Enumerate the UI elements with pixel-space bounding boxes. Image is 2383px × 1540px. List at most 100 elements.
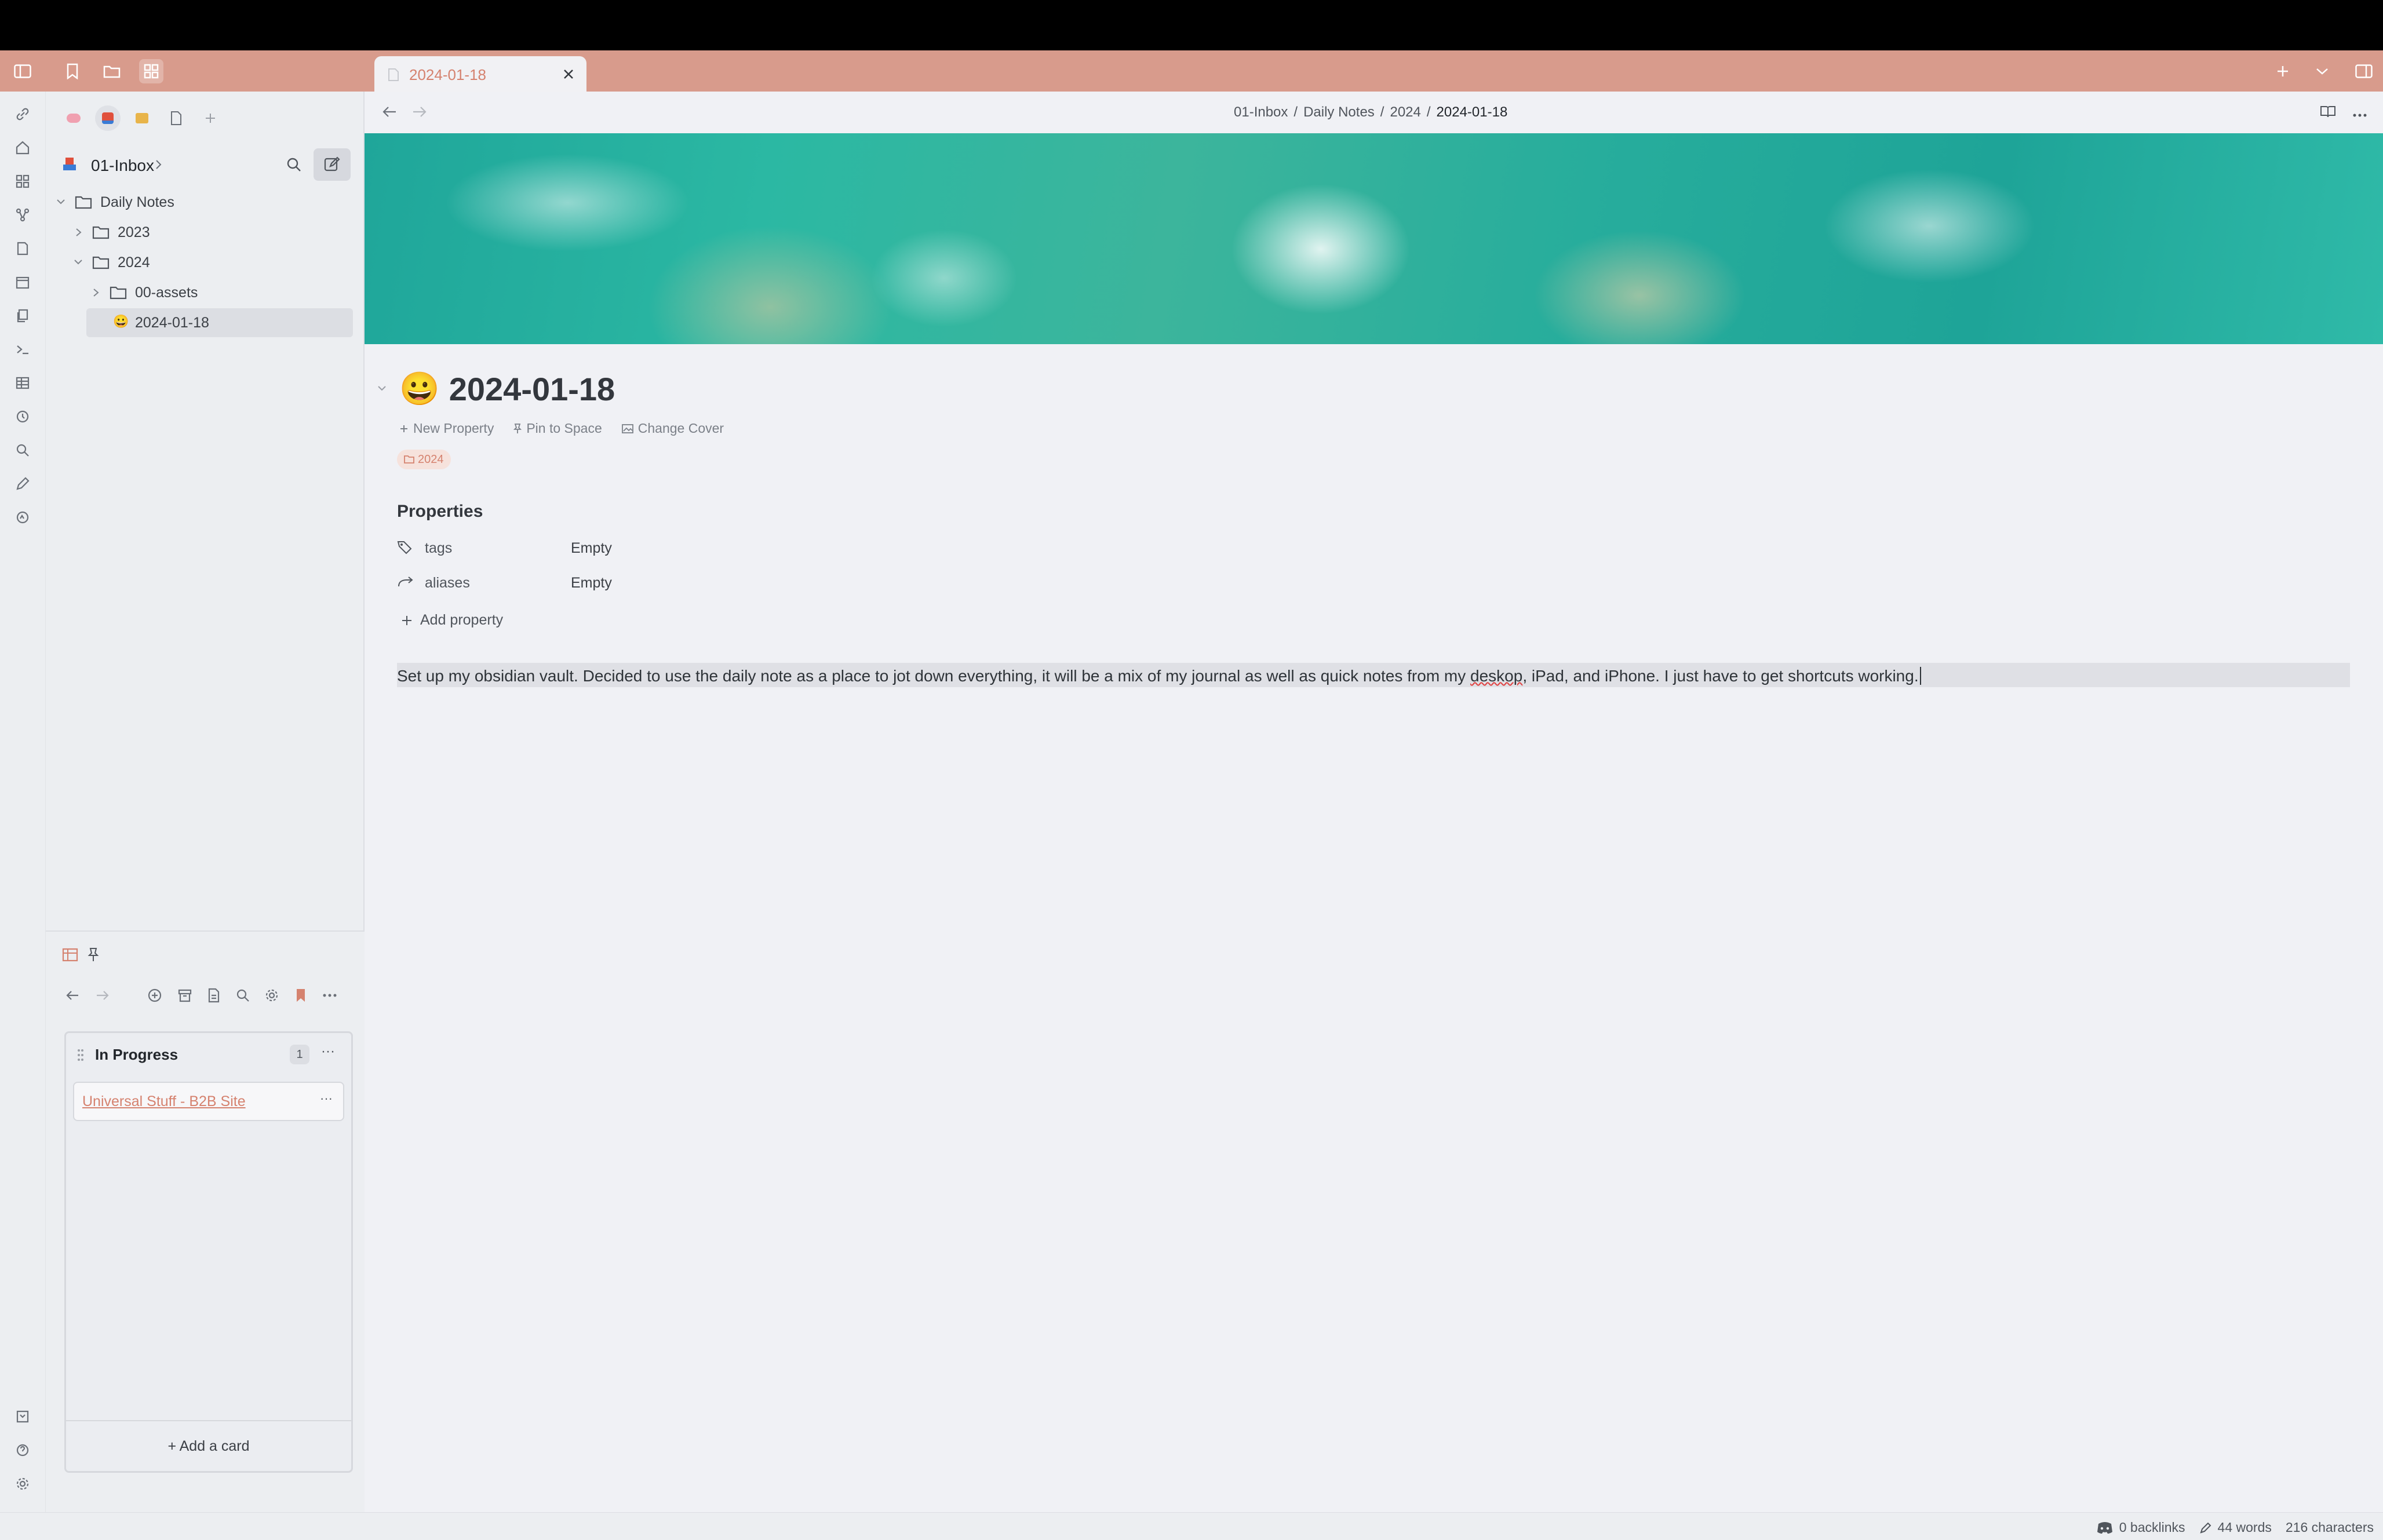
lane-more-icon[interactable]: ···	[321, 1043, 335, 1060]
misspelled-word[interactable]: deskop	[1470, 667, 1522, 685]
settings-gear-icon[interactable]	[10, 1472, 35, 1496]
os-top-bar	[0, 0, 2383, 50]
plus-icon	[400, 425, 407, 432]
sidebar-toggle-icon[interactable]	[10, 59, 35, 83]
help-icon[interactable]	[10, 1438, 35, 1462]
right-sidebar-toggle-icon[interactable]	[2352, 59, 2376, 83]
property-value[interactable]: Empty	[571, 540, 612, 557]
breadcrumb-current[interactable]: 2024-01-18	[1437, 104, 1508, 121]
word-count-status[interactable]: 44 words	[2199, 1520, 2272, 1535]
terminal-icon[interactable]	[10, 337, 35, 362]
folder-chip-label: 2024	[418, 452, 444, 466]
add-card-button[interactable]: + Add a card	[66, 1420, 351, 1471]
bookmark-filled-icon[interactable]	[289, 984, 312, 1007]
property-key: aliases	[425, 575, 470, 591]
vault-header[interactable]: 01-Inbox	[62, 148, 352, 183]
drag-handle-icon[interactable]	[76, 1048, 85, 1062]
tree-folder-daily-notes[interactable]: Daily Notes	[46, 188, 353, 217]
collapse-chevron-icon[interactable]	[376, 382, 388, 394]
cover-image[interactable]	[365, 133, 2383, 344]
new-note-button[interactable]	[314, 148, 351, 181]
space-image-icon[interactable]	[129, 105, 155, 131]
space-brain-icon[interactable]	[61, 105, 86, 131]
close-tab-icon[interactable]	[559, 64, 578, 84]
pencil-icon[interactable]	[10, 472, 35, 496]
pin-to-space-button[interactable]: Pin to Space	[513, 421, 602, 436]
more-options-icon[interactable]	[2352, 110, 2367, 121]
note-title-text[interactable]: 2024-01-18	[449, 370, 615, 408]
add-space-icon[interactable]	[198, 105, 223, 131]
archive-icon[interactable]	[173, 984, 196, 1007]
copy-icon[interactable]	[10, 304, 35, 328]
new-tab-icon[interactable]	[2271, 59, 2295, 83]
add-property-label: Add property	[420, 612, 504, 628]
properties-heading[interactable]: Properties	[397, 502, 483, 521]
tree-label: 2024-01-18	[135, 315, 209, 331]
forward-arrow-icon[interactable]	[412, 105, 427, 121]
tree-file-2024-01-18[interactable]: 😀 2024-01-18	[86, 308, 353, 337]
import-icon[interactable]	[10, 236, 35, 261]
backlinks-status[interactable]: 0 backlinks	[2096, 1520, 2185, 1535]
kanban-lane-in-progress: In Progress 1 ··· Universal Stuff - B2B …	[64, 1031, 353, 1473]
bookmark-icon[interactable]	[60, 59, 85, 83]
chevron-down-icon	[57, 199, 65, 205]
markdown-view-icon[interactable]	[202, 984, 225, 1007]
add-list-icon[interactable]	[143, 984, 166, 1007]
card-more-icon[interactable]: ···	[320, 1091, 333, 1106]
folder-icon[interactable]	[100, 59, 124, 83]
kanban-card[interactable]: Universal Stuff - B2B Site ···	[73, 1082, 344, 1121]
kanban-panel: In Progress 1 ··· Universal Stuff - B2B …	[46, 930, 365, 1512]
breadcrumb-inbox[interactable]: 01-Inbox	[1234, 104, 1288, 121]
history-icon[interactable]	[10, 404, 35, 429]
breadcrumb-2024[interactable]: 2024	[1390, 104, 1420, 121]
property-aliases[interactable]: aliases Empty	[397, 568, 919, 596]
kanban-board-icon[interactable]	[59, 943, 82, 966]
tree-folder-00-assets[interactable]: 00-assets	[46, 278, 353, 307]
sync-icon[interactable]	[10, 505, 35, 530]
reading-view-icon[interactable]	[2320, 104, 2336, 121]
breadcrumb-daily-notes[interactable]: Daily Notes	[1303, 104, 1375, 121]
dashboard-icon[interactable]	[10, 169, 35, 194]
inbox-tray-icon	[62, 156, 77, 171]
pin-to-space-label: Pin to Space	[526, 421, 602, 436]
new-property-button[interactable]: New Property	[399, 421, 494, 436]
property-value[interactable]: Empty	[571, 575, 612, 592]
body-text: Set up my obsidian vault. Decided to use…	[397, 667, 1471, 685]
board-settings-gear-icon[interactable]	[260, 984, 283, 1007]
backlinks-count: 0 backlinks	[2119, 1520, 2185, 1535]
breadcrumb-separator: /	[1293, 104, 1298, 120]
more-options-icon[interactable]	[318, 984, 341, 1007]
back-arrow-icon[interactable]	[61, 984, 84, 1007]
tab-2024-01-18[interactable]: 2024-01-18	[374, 56, 586, 92]
note-title[interactable]: 😀 2024-01-18	[399, 370, 615, 408]
lane-title[interactable]: In Progress	[95, 1046, 178, 1064]
search-icon[interactable]	[286, 156, 302, 176]
folder-chip[interactable]: 2024	[397, 450, 451, 469]
pin-icon[interactable]	[82, 943, 105, 966]
table-icon[interactable]	[10, 371, 35, 395]
change-cover-button[interactable]: Change Cover	[621, 421, 724, 436]
note-emoji-icon[interactable]: 😀	[399, 370, 440, 408]
space-inbox-icon[interactable]	[95, 105, 121, 131]
search-icon[interactable]	[10, 438, 35, 462]
home-icon[interactable]	[10, 136, 35, 160]
search-icon[interactable]	[231, 984, 254, 1007]
chevron-down-icon[interactable]	[2310, 59, 2334, 83]
calendar-icon[interactable]	[10, 270, 35, 294]
link-icon[interactable]	[10, 102, 35, 126]
property-tags[interactable]: tags Empty	[397, 533, 919, 561]
tree-folder-2024[interactable]: 2024	[46, 248, 353, 277]
chevron-right-icon	[155, 159, 163, 173]
graph-icon[interactable]	[10, 203, 35, 227]
back-arrow-icon[interactable]	[382, 105, 397, 121]
folder-icon	[75, 196, 92, 209]
grid-view-icon[interactable]	[139, 59, 163, 83]
tree-folder-2023[interactable]: 2023	[46, 218, 353, 247]
edit-icon	[324, 156, 340, 171]
space-document-icon[interactable]	[163, 105, 189, 131]
note-body-line[interactable]: Set up my obsidian vault. Decided to use…	[397, 663, 2350, 687]
card-link[interactable]: Universal Stuff - B2B Site	[82, 1093, 246, 1110]
forward-arrow-icon[interactable]	[91, 984, 114, 1007]
vault-switcher-icon[interactable]	[10, 1404, 35, 1429]
add-property-button[interactable]: Add property	[400, 612, 503, 629]
